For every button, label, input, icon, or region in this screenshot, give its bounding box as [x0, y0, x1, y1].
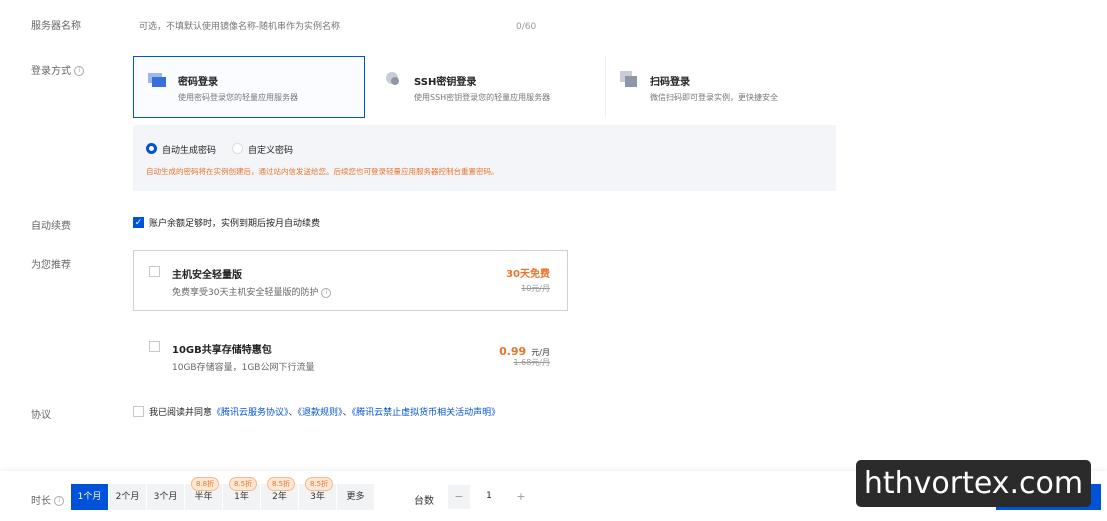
recommend-price-unit: 元/月 [531, 348, 550, 357]
watermark: hthvortex.com [856, 460, 1091, 507]
info-icon[interactable]: i [74, 66, 85, 76]
recommend-label: 为您推荐 [31, 260, 71, 271]
auto-password-radio[interactable] [146, 143, 157, 154]
quantity-value[interactable]: 1 [476, 491, 502, 501]
info-icon[interactable]: i [54, 496, 65, 506]
recommend-title: 主机安全轻量版 [172, 270, 242, 281]
recommend-original-price: 1.68元/月 [513, 358, 550, 367]
discount-badge: 8.8折 [191, 477, 220, 491]
duration-more[interactable]: 更多 [337, 484, 374, 510]
refund-rules-link[interactable]: 《退款规则》 [298, 408, 343, 418]
crypto-statement-link[interactable]: 《腾讯云禁止虚拟货币相关活动声明》 [352, 408, 501, 418]
login-option-desc: 微信扫码即可登录实例，更快捷安全 [650, 93, 778, 102]
duration-label: 时长 i [31, 492, 65, 507]
agreement-separator: 、 [342, 408, 352, 418]
custom-password-label[interactable]: 自定义密码 [248, 143, 293, 156]
qrcode-icon [620, 71, 637, 87]
agreement-text: 我已阅读并同意《腾讯云服务协议》、《退款规则》、《腾讯云禁止虚拟货币相关活动声明… [149, 405, 500, 418]
recommend-original-price: 10元/月 [521, 284, 550, 293]
login-option-password[interactable]: 密码登录 使用密码登录您的轻量应用服务器 [133, 56, 365, 118]
service-agreement-link[interactable]: 《腾讯云服务协议》 [212, 408, 289, 418]
server-name-label: 服务器名称 [31, 21, 81, 32]
quantity-plus-button[interactable]: + [510, 485, 532, 509]
agreement-prefix: 我已阅读并同意 [149, 408, 213, 418]
password-note: 自动生成的密码将在实例创建后，通过站内信发送给您。后续您也可登录轻量应用服务器控… [146, 167, 499, 176]
duration-1-month[interactable]: 1个月 [71, 484, 108, 510]
ssh-key-icon [386, 72, 399, 85]
discount-badge: 8.5折 [267, 477, 296, 491]
recommend-title: 10GB共享存储特惠包 [172, 345, 272, 356]
discount-badge: 8.5折 [305, 477, 334, 491]
quantity-label: 台数 [414, 496, 434, 507]
agreement-label: 协议 [31, 410, 51, 421]
login-option-desc: 使用密码登录您的轻量应用服务器 [178, 93, 298, 102]
info-icon[interactable]: i [321, 287, 332, 298]
recommend-price: 30天免费 [506, 269, 550, 280]
recommend-checkbox[interactable] [149, 341, 160, 352]
login-option-ssh[interactable]: SSH密钥登录 使用SSH密钥登录您的轻量应用服务器 [369, 56, 601, 118]
login-option-title: 密码登录 [178, 77, 218, 88]
custom-password-radio[interactable] [232, 143, 243, 154]
duration-3-months[interactable]: 3个月 [147, 484, 184, 510]
recommend-desc-text: 免费享受30天主机安全轻量版的防护 [172, 288, 319, 298]
password-login-icon [148, 73, 166, 87]
login-option-desc: 使用SSH密钥登录您的轻量应用服务器 [414, 93, 551, 102]
login-method-label-text: 登录方式 [31, 66, 71, 77]
login-option-title: SSH密钥登录 [414, 77, 477, 88]
auto-renew-checkbox[interactable]: ✓ [133, 217, 144, 228]
recommend-checkbox[interactable] [149, 266, 160, 277]
login-option-qrcode[interactable]: 扫码登录 微信扫码即可登录实例，更快捷安全 [605, 56, 837, 118]
discount-badge: 8.5折 [229, 477, 258, 491]
login-method-label: 登录方式 i [31, 62, 85, 77]
duration-label-text: 时长 [31, 496, 51, 507]
auto-password-label[interactable]: 自动生成密码 [162, 143, 216, 156]
password-panel [133, 125, 836, 191]
server-name-input[interactable] [133, 16, 555, 36]
auto-renew-label: 自动续费 [31, 221, 71, 232]
duration-2-months[interactable]: 2个月 [109, 484, 146, 510]
auto-renew-text: 账户余额足够时，实例到期后按月自动续费 [149, 219, 321, 229]
recommend-desc: 免费享受30天主机安全轻量版的防护 i [172, 285, 332, 298]
recommend-desc: 10GB存储容量，1GB公网下行流量 [172, 363, 315, 373]
server-name-counter: 0/60 [516, 22, 537, 32]
login-option-title: 扫码登录 [650, 77, 690, 88]
agreement-checkbox[interactable] [133, 406, 144, 417]
agreement-separator: 、 [288, 408, 298, 418]
quantity-minus-button[interactable]: − [448, 485, 470, 509]
